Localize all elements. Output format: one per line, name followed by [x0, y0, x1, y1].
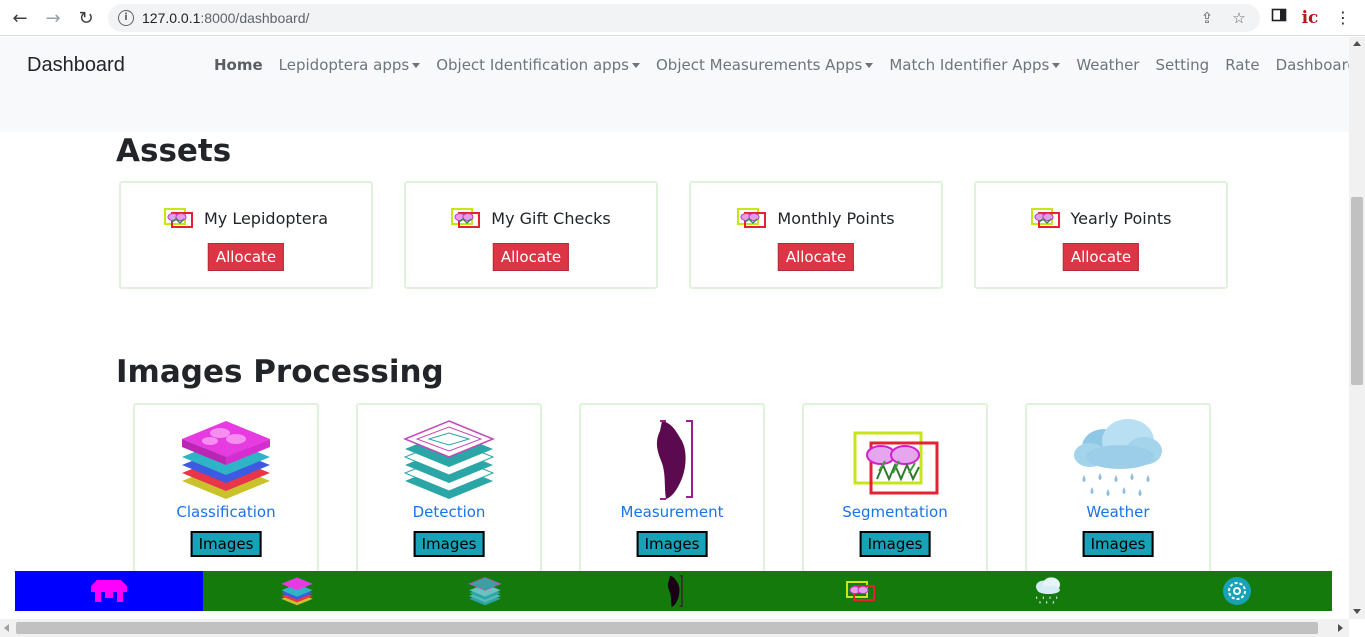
images-button[interactable]: Images — [190, 531, 262, 557]
nav-home[interactable]: Home — [214, 56, 263, 74]
detection-icon — [468, 577, 502, 606]
assets-heading: Assets — [116, 133, 232, 169]
horizontal-scrollbar[interactable] — [0, 619, 1349, 637]
bottom-home-button[interactable] — [15, 571, 203, 611]
vertical-scroll-thumb[interactable] — [1351, 197, 1363, 385]
layered-stack-magenta-icon — [182, 421, 270, 499]
nav-dashboard[interactable]: Dashboard — [1276, 56, 1357, 74]
navbar-brand[interactable]: Dashboard — [27, 54, 125, 77]
bookmark-star-icon[interactable]: ☆ — [1230, 9, 1248, 27]
images-button[interactable]: Images — [636, 531, 708, 557]
nav-object-identification-apps[interactable]: Object Identification apps — [436, 56, 640, 74]
segmentation-thumbnail-icon — [737, 207, 767, 229]
segmentation-boxes-icon — [853, 431, 939, 495]
asset-name: My Gift Checks — [491, 208, 611, 228]
proc-label[interactable]: Classification — [135, 503, 317, 521]
url-text: 127.0.0.1:8000/dashboard/ — [142, 10, 310, 26]
classification-icon — [281, 577, 313, 606]
segmentation-thumbnail-icon — [1030, 207, 1061, 229]
rain-cloud-icon — [1074, 419, 1162, 496]
nav-weather[interactable]: Weather — [1076, 56, 1139, 74]
asset-card-yearly-points: Yearly Points Allocate — [974, 181, 1228, 289]
scroll-up-icon[interactable] — [1353, 41, 1361, 46]
site-navbar: Dashboard Home Lepidoptera apps Object I… — [0, 37, 1357, 132]
bottom-classification-button[interactable] — [275, 574, 319, 608]
proc-card-measurement: Measurement Images — [579, 403, 765, 573]
images-processing-heading: Images Processing — [116, 354, 444, 390]
layered-stack-striped-icon — [403, 420, 495, 499]
forward-icon[interactable]: → — [41, 6, 65, 30]
nav-links: Home Lepidoptera apps Object Identificat… — [214, 56, 1365, 74]
caret-down-icon — [1052, 63, 1061, 68]
asset-name: My Lepidoptera — [203, 208, 329, 228]
extension-icon[interactable]: ic — [1298, 6, 1322, 30]
measurement-icon — [667, 575, 683, 607]
scroll-right-icon[interactable] — [1338, 624, 1343, 632]
nav-setting[interactable]: Setting — [1155, 56, 1209, 74]
caret-down-icon — [632, 63, 640, 68]
proc-card-segmentation: Segmentation Images — [802, 403, 988, 573]
settings-icon — [1223, 577, 1251, 605]
asset-name: Monthly Points — [777, 208, 895, 228]
nav-rate[interactable]: Rate — [1225, 56, 1259, 74]
bottom-nav-bar — [15, 571, 1332, 611]
proc-label[interactable]: Measurement — [581, 503, 763, 521]
asset-card-monthly-points: Monthly Points Allocate — [689, 181, 943, 289]
address-bar[interactable]: i 127.0.0.1:8000/dashboard/ ⇪ ☆ — [108, 4, 1260, 32]
nav-lepidoptera-apps[interactable]: Lepidoptera apps — [279, 56, 421, 74]
horizontal-scroll-thumb[interactable] — [16, 622, 1318, 634]
proc-label[interactable]: Weather — [1027, 503, 1209, 521]
images-button[interactable]: Images — [859, 531, 931, 557]
allocate-button[interactable]: Allocate — [207, 243, 285, 271]
proc-card-detection: Detection Images — [356, 403, 542, 573]
nav-match-identifier-apps[interactable]: Match Identifier Apps — [889, 56, 1061, 74]
share-icon[interactable]: ⇪ — [1198, 9, 1216, 27]
images-button[interactable]: Images — [1082, 531, 1154, 557]
scroll-down-icon[interactable] — [1353, 609, 1361, 614]
images-button[interactable]: Images — [413, 531, 485, 557]
scroll-left-icon[interactable] — [4, 624, 9, 632]
home-icon — [91, 580, 127, 602]
proc-label[interactable]: Detection — [358, 503, 540, 521]
back-icon[interactable]: ← — [8, 6, 32, 30]
site-info-icon[interactable]: i — [118, 10, 134, 26]
segmentation-icon — [846, 581, 875, 601]
measurement-silhouette-icon — [656, 420, 693, 500]
caret-down-icon — [412, 63, 421, 68]
proc-label[interactable]: Segmentation — [804, 503, 986, 521]
bottom-detection-button[interactable] — [463, 574, 507, 608]
asset-name: Yearly Points — [1070, 208, 1172, 228]
side-panel-icon[interactable] — [1267, 6, 1291, 30]
allocate-button[interactable]: Allocate — [1062, 243, 1140, 271]
segmentation-thumbnail-icon — [451, 207, 481, 229]
vertical-scrollbar[interactable] — [1349, 37, 1365, 619]
bottom-measurement-button[interactable] — [652, 574, 696, 608]
segmentation-thumbnail-icon — [163, 207, 194, 229]
caret-down-icon — [865, 63, 874, 68]
asset-card-my-lepidoptera: My Lepidoptera Allocate — [119, 181, 373, 289]
bottom-weather-button[interactable] — [1026, 574, 1070, 608]
allocate-button[interactable]: Allocate — [777, 243, 855, 271]
nav-object-measurements-apps[interactable]: Object Measurements Apps — [656, 56, 874, 74]
allocate-button[interactable]: Allocate — [492, 243, 570, 271]
bottom-segmentation-button[interactable] — [839, 574, 883, 608]
bottom-settings-button[interactable] — [1215, 574, 1259, 608]
menu-kebab-icon[interactable]: ⋮ — [1331, 6, 1355, 30]
proc-card-weather: Weather Images — [1025, 403, 1211, 573]
proc-card-classification: Classification Images — [133, 403, 319, 573]
asset-card-my-gift-checks: My Gift Checks Allocate — [404, 181, 658, 289]
weather-icon — [1036, 577, 1060, 604]
reload-icon[interactable]: ↻ — [74, 6, 98, 30]
browser-toolbar: ← → ↻ i 127.0.0.1:8000/dashboard/ ⇪ ☆ ic… — [0, 0, 1365, 36]
